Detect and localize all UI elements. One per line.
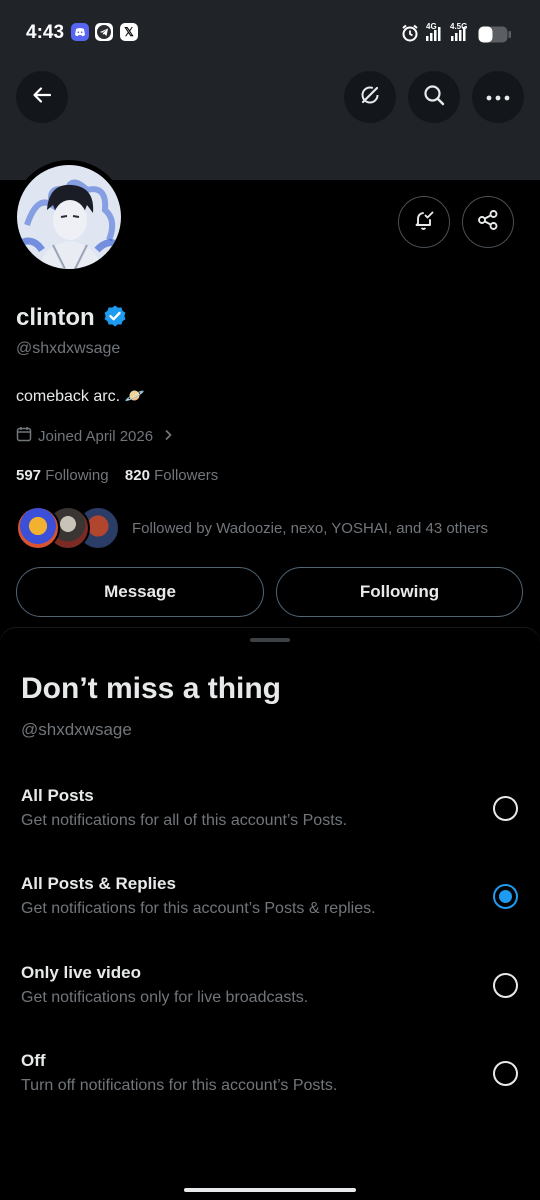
status-time: 4:43 [26,22,65,43]
radio-all-posts[interactable] [493,796,518,821]
option-off[interactable]: Off Turn off notifications for this acco… [0,1051,540,1131]
signal-icon-2: 4.5G [449,22,471,47]
profile-bio: comeback arc. 🪐 [16,388,145,405]
signal-icon-1: 4G [424,22,442,47]
profile-name: clinton [16,304,127,335]
more-icon [486,88,510,106]
grok-button[interactable] [344,71,396,123]
chevron-right-icon [163,428,173,445]
battery-icon [478,26,512,49]
back-arrow-icon [31,84,53,111]
follow-counts: 597 Following 820 Followers [16,467,218,484]
radio-only-live-video[interactable] [493,973,518,998]
sheet-handle: @shxdxwsage [21,720,132,739]
following-button[interactable]: Following [276,567,523,617]
sheet-grabber[interactable] [250,638,290,642]
telegram-icon [95,23,113,41]
x-logo-icon: 𝕏 [120,23,138,41]
followed-by-text: Followed by Wadoozie, nexo, YOSHAI, and … [132,519,489,537]
sheet-title: Don’t miss a thing [21,672,282,705]
notifications-bottom-sheet: Don’t miss a thing @shxdxwsage All Posts… [0,628,540,1200]
notification-bell-icon [412,208,436,237]
display-name: clinton [16,304,95,331]
alarm-icon [401,24,419,47]
follower-avatar [16,506,60,550]
avatar-image [17,165,121,269]
option-label: All Posts & Replies [21,874,176,893]
notifications-button[interactable] [398,196,450,248]
verified-badge-icon [103,304,127,335]
option-description: Get notifications only for live broadcas… [21,989,309,1006]
followers-count: 820 [124,467,150,484]
network-label-2: 4.5G [450,22,468,31]
more-options-button[interactable] [472,71,524,123]
home-indicator[interactable] [184,1188,356,1192]
following-count: 597 [16,467,42,484]
status-bar: 4:43 𝕏 4G 4.5G [0,0,540,60]
profile-avatar[interactable] [12,160,126,274]
followers-link[interactable]: 820 Followers [125,467,218,484]
message-button[interactable]: Message [16,567,264,617]
followers-label: Followers [154,467,219,484]
joined-date-row[interactable]: Joined April 2026 [16,426,173,446]
joined-text: Joined April 2026 [38,427,154,445]
network-label-1: 4G [426,22,437,31]
option-description: Get notifications for this account’s Pos… [21,900,376,917]
option-all-posts-replies[interactable]: All Posts & Replies Get notifications fo… [0,874,540,954]
search-button[interactable] [408,71,460,123]
discord-icon [71,23,89,41]
profile-handle: @shxdxwsage [16,340,121,357]
following-link[interactable]: 597 Following [16,467,109,484]
share-icon [476,208,500,237]
option-label: Off [21,1051,46,1070]
radio-all-posts-replies[interactable] [493,884,518,909]
calendar-icon [16,426,32,446]
following-label: Following [45,467,109,484]
back-button[interactable] [16,71,68,123]
option-only-live-video[interactable]: Only live video Get notifications only f… [0,963,540,1043]
option-label: Only live video [21,963,141,982]
search-icon [422,83,446,112]
option-description: Get notifications for all of this accoun… [21,812,348,829]
option-all-posts[interactable]: All Posts Get notifications for all of t… [0,786,540,866]
radio-off[interactable] [493,1061,518,1086]
share-button[interactable] [462,196,514,248]
followed-by-row[interactable]: Followed by Wadoozie, nexo, YOSHAI, and … [16,506,488,550]
option-description: Turn off notifications for this account’… [21,1077,338,1094]
grok-icon [358,83,382,112]
option-label: All Posts [21,786,94,805]
